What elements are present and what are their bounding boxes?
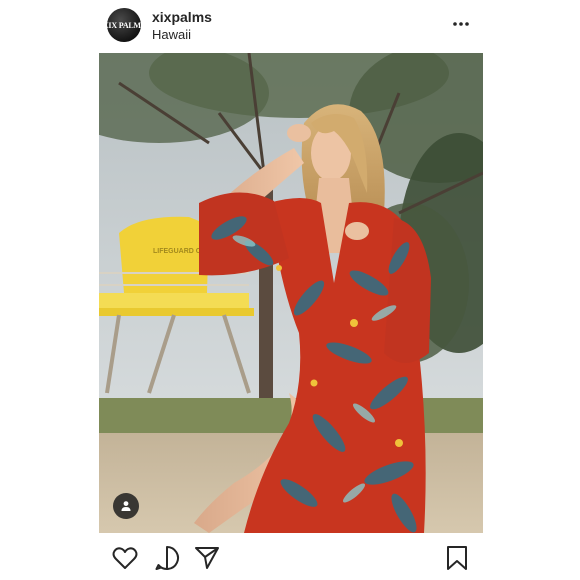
photo-illustration: LIFEGUARD OFF DUTY [99, 53, 483, 533]
post-header: XIX PALMS xixpalms Hawaii [0, 0, 580, 52]
tagged-users-button[interactable] [113, 493, 139, 519]
more-options-button[interactable] [446, 14, 476, 34]
username[interactable]: xixpalms [152, 9, 212, 25]
comment-icon [155, 546, 179, 570]
send-icon [195, 547, 219, 569]
avatar[interactable]: XIX PALMS [107, 8, 141, 42]
avatar-logo-text: XIX PALMS [107, 20, 141, 30]
like-button[interactable] [111, 544, 139, 572]
share-button[interactable] [193, 544, 221, 572]
post-photo[interactable]: LIFEGUARD OFF DUTY [99, 53, 483, 533]
instagram-post: XIX PALMS xixpalms Hawaii [0, 0, 580, 580]
comment-button[interactable] [153, 544, 181, 572]
user-tag-icon [121, 501, 131, 511]
more-horizontal-icon [453, 22, 469, 26]
heart-icon [112, 547, 138, 569]
location[interactable]: Hawaii [152, 27, 191, 42]
save-button[interactable] [443, 544, 471, 572]
bookmark-icon [447, 546, 467, 570]
